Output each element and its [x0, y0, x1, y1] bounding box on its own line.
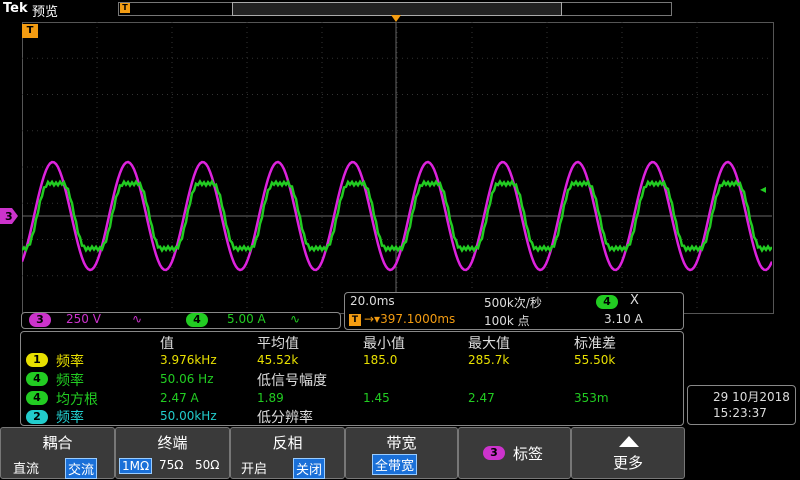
meas-source-badge: 1: [26, 353, 48, 367]
meas-mean: 1.89: [257, 391, 284, 405]
more-softkey[interactable]: 更多: [571, 427, 685, 479]
svg-text:3: 3: [5, 210, 13, 223]
trigger-point-arrow-icon: [391, 15, 401, 22]
acquisition-mode: 预览: [32, 5, 59, 20]
meas-source-badge: 4: [26, 391, 48, 405]
label-title: 标签: [513, 445, 544, 463]
meas-note: 低信号幅度: [257, 373, 327, 389]
meas-name: 均方根: [56, 392, 98, 408]
termination-75-option[interactable]: 75Ω: [159, 458, 183, 472]
bandwidth-full-option[interactable]: 全带宽: [372, 454, 418, 475]
coupling-softkey[interactable]: 耦合 直流 交流: [0, 427, 115, 479]
up-arrow-icon: [619, 436, 639, 447]
label-channel-badge: 3: [483, 446, 505, 460]
meas-name: 频率: [56, 410, 84, 426]
trigger-type-icon: X: [630, 293, 639, 308]
ch4-badge[interactable]: 4: [186, 313, 208, 327]
meas-name: 频率: [56, 354, 84, 370]
meas-header-mean: 平均值: [257, 336, 299, 352]
meas-source-badge: 4: [26, 372, 48, 386]
meas-std: 353m: [574, 391, 609, 405]
meas-header-std: 标准差: [574, 336, 616, 352]
record-view-window[interactable]: [232, 2, 562, 16]
meas-max: 2.47: [468, 391, 495, 405]
trigger-level[interactable]: 3.10 A: [604, 312, 643, 326]
timebase-scale[interactable]: 20.0ms: [350, 294, 395, 308]
ch3-badge[interactable]: 3: [29, 313, 51, 327]
meas-value: 50.06 Hz: [160, 372, 214, 386]
meas-note: 低分辨率: [257, 410, 313, 426]
waveform-display: [22, 22, 772, 312]
invert-on-option[interactable]: 开启: [241, 458, 267, 477]
termination-softkey[interactable]: 终端 1MΩ 75Ω 50Ω: [115, 427, 230, 479]
bandwidth-title: 带宽: [386, 434, 417, 452]
trigger-offset-icon: T: [349, 314, 361, 326]
trigger-source-badge[interactable]: 4: [596, 295, 618, 309]
meas-source-badge: 2: [26, 410, 48, 424]
meas-header-max: 最大值: [468, 336, 510, 352]
meas-header-value: 值: [160, 336, 174, 352]
ch4-trigger-level-icon[interactable]: ◂: [760, 182, 766, 196]
invert-title: 反相: [272, 434, 303, 452]
termination-50-option[interactable]: 50Ω: [195, 458, 219, 472]
record-length: 100k 点: [484, 314, 530, 328]
coupling-dc-option[interactable]: 直流: [13, 458, 39, 477]
ch4-scale[interactable]: 5.00 A: [227, 312, 266, 326]
meas-min: 1.45: [363, 391, 390, 405]
coupling-title: 耦合: [42, 434, 73, 452]
tek-logo: Tek: [3, 1, 28, 16]
meas-max: 285.7k: [468, 353, 510, 367]
time: 15:23:37: [713, 406, 767, 420]
trigger-position[interactable]: →▾397.1000ms: [364, 312, 455, 326]
label-softkey[interactable]: 3 标签: [458, 427, 571, 479]
coupling-ac-option[interactable]: 交流: [65, 458, 98, 479]
trigger-position-icon: T: [120, 3, 130, 13]
termination-title: 终端: [157, 434, 188, 452]
meas-std: 55.50k: [574, 353, 616, 367]
meas-mean: 45.52k: [257, 353, 299, 367]
sample-rate: 500k次/秒: [484, 296, 542, 310]
ch3-bandwidth-icon: ∿: [132, 312, 143, 326]
meas-value: 2.47 A: [160, 391, 199, 405]
meas-min: 185.0: [363, 353, 398, 367]
bandwidth-softkey[interactable]: 带宽 全带宽: [345, 427, 458, 479]
meas-value: 50.00kHz: [160, 409, 217, 423]
more-title: 更多: [612, 454, 643, 472]
ch4-bandwidth-icon: ∿: [290, 312, 301, 326]
meas-name: 频率: [56, 373, 84, 389]
invert-off-option[interactable]: 关闭: [293, 458, 326, 479]
trigger-time-marker-icon: T: [22, 24, 38, 38]
termination-1m-option[interactable]: 1MΩ: [119, 458, 153, 474]
meas-value: 3.976kHz: [160, 353, 217, 367]
meas-header-min: 最小值: [363, 336, 405, 352]
invert-softkey[interactable]: 反相 开启 关闭: [230, 427, 345, 479]
ch3-scale[interactable]: 250 V: [66, 312, 101, 326]
date: 29 10月2018: [713, 390, 790, 404]
ch3-ground-marker-icon[interactable]: 3: [0, 208, 18, 224]
